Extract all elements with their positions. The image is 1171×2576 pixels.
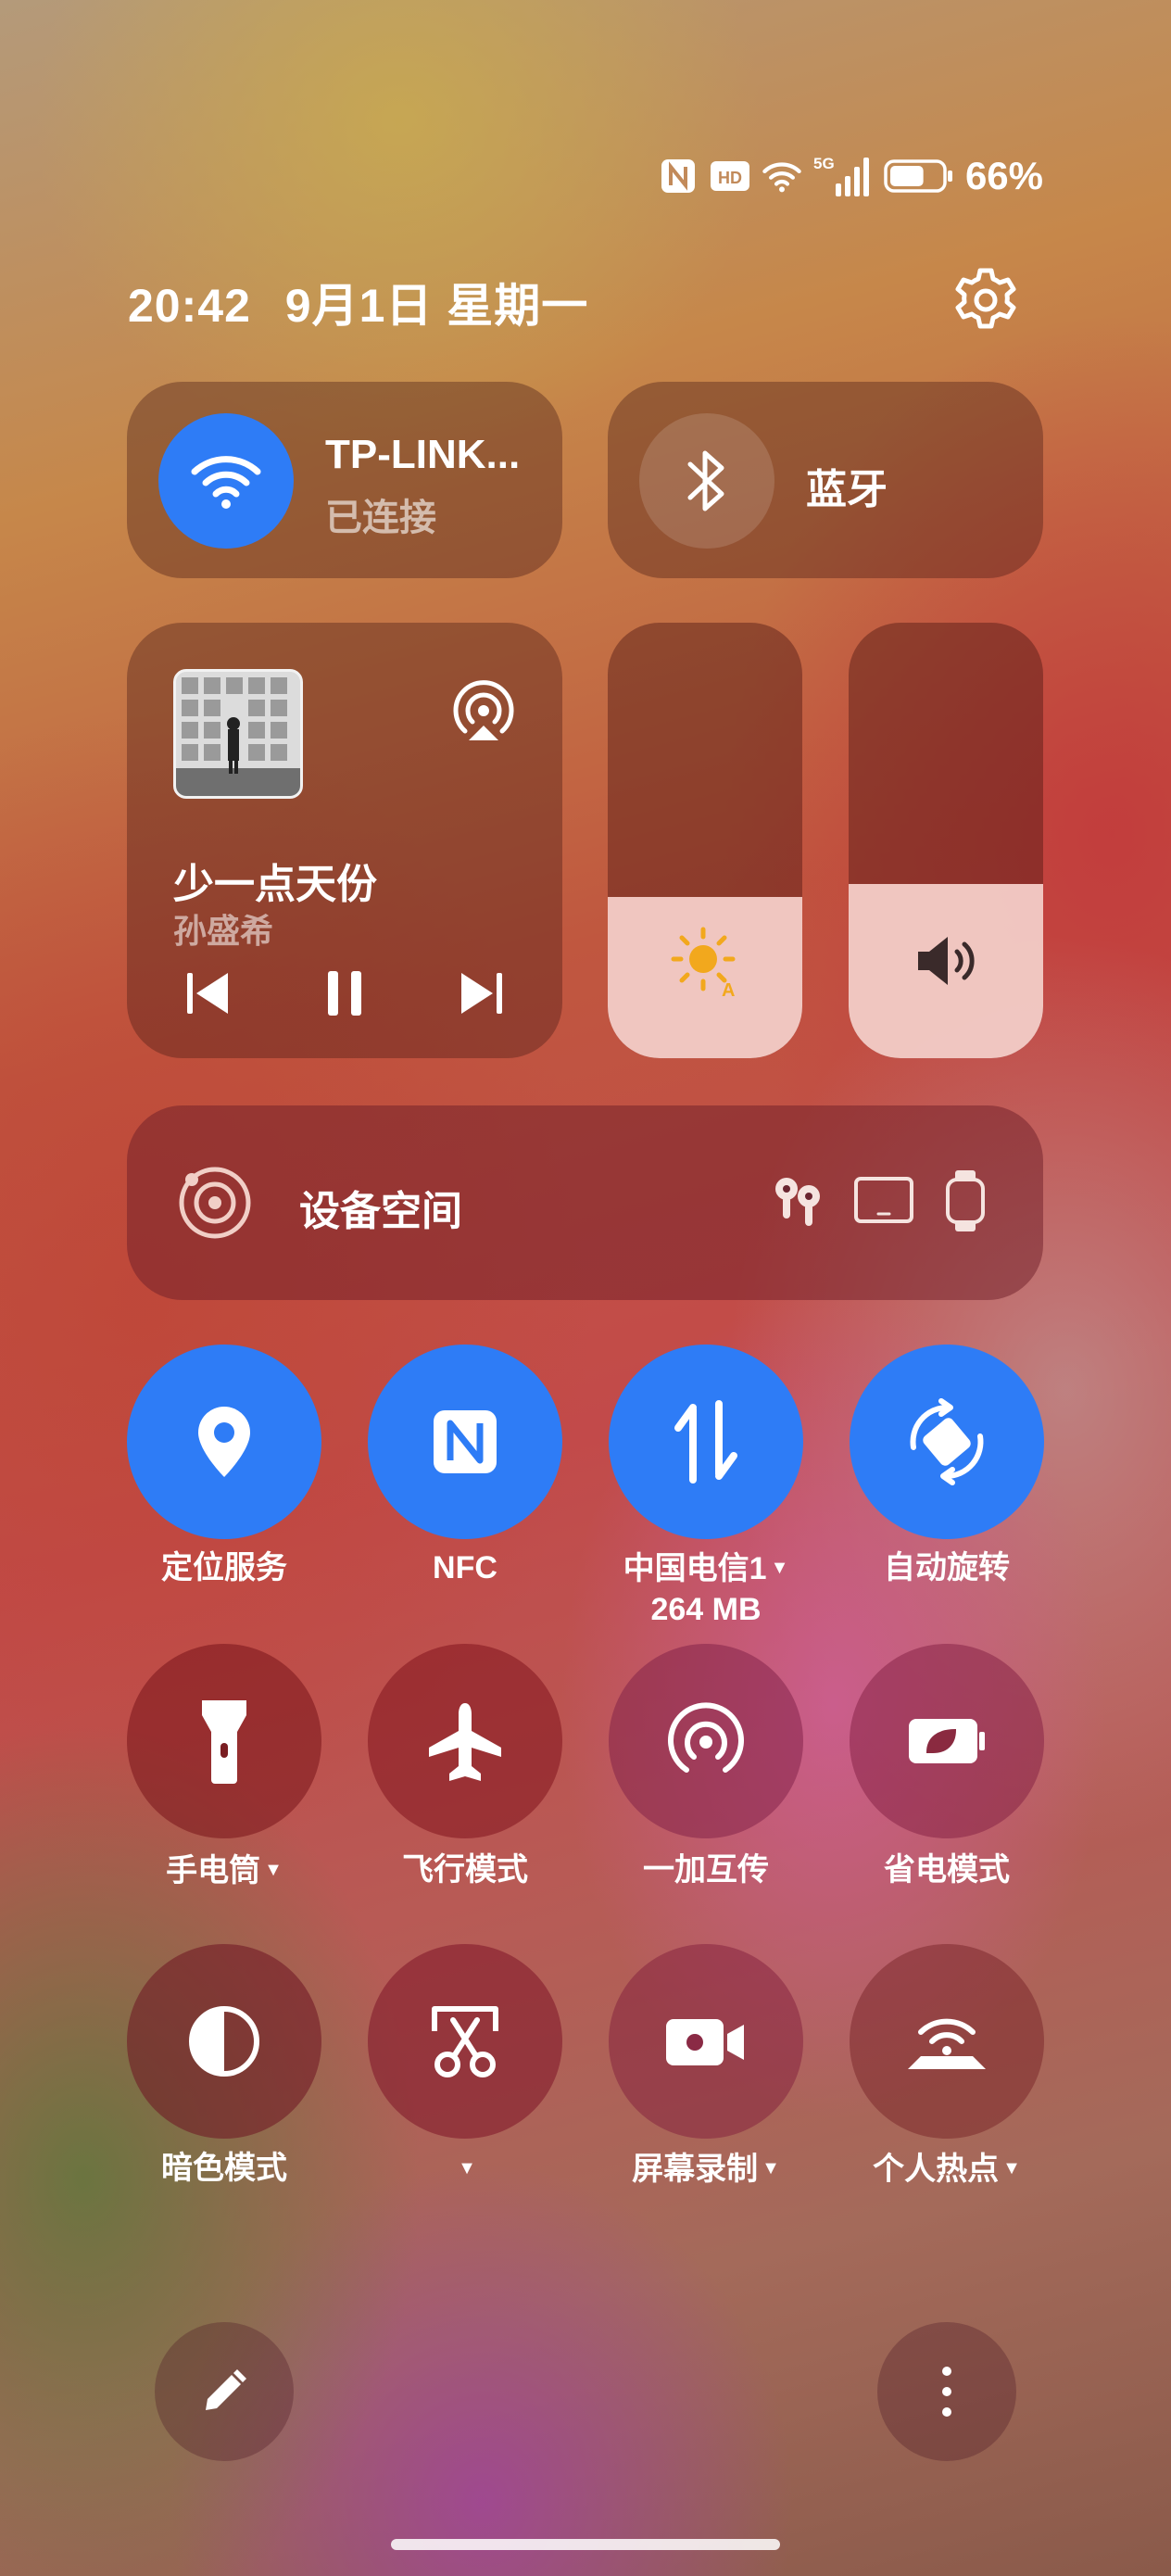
wifi-icon (191, 456, 261, 509)
previous-button[interactable] (170, 956, 245, 1030)
edit-button[interactable] (155, 2322, 294, 2461)
oneplus-share-toggle[interactable] (609, 1644, 803, 1838)
bluetooth-tile[interactable]: 蓝牙 (608, 382, 1043, 578)
dropdown-caret-icon[interactable]: ▼ (458, 2158, 476, 2178)
mobile-data-icon (674, 1400, 737, 1484)
device-space-tile[interactable]: 设备空间 (127, 1105, 1043, 1300)
dark-mode-icon (189, 2006, 259, 2077)
pause-button[interactable] (308, 956, 382, 1030)
watch-icon[interactable] (933, 1168, 998, 1233)
dropdown-caret-icon[interactable]: ▼ (264, 1860, 283, 1880)
next-button[interactable] (445, 956, 519, 1030)
battery-saver-icon (909, 1719, 985, 1763)
screen-record-icon (666, 2019, 744, 2065)
toggle-label-battery-saver: 省电模式 (884, 1852, 1010, 1888)
auto-rotate-toggle[interactable] (850, 1345, 1044, 1539)
toggle-label-auto-rotate: 自动旋转 (884, 1550, 1010, 1585)
mobile-data-toggle[interactable] (609, 1345, 803, 1539)
more-vertical-icon (942, 2367, 951, 2417)
more-button[interactable] (877, 2322, 1016, 2461)
nfc-icon (658, 156, 699, 196)
nfc-toggle[interactable] (368, 1345, 562, 1539)
media-player[interactable]: 少一点天份 孙盛希 (127, 623, 562, 1058)
dropdown-caret-icon[interactable]: ▼ (762, 2158, 780, 2178)
flashlight-label: 手电筒 (166, 1853, 261, 1888)
svg-text:A: A (722, 980, 735, 998)
bluetooth-toggle[interactable] (639, 413, 774, 549)
dropdown-caret-icon[interactable]: ▼ (1002, 2158, 1021, 2178)
dropdown-caret-icon[interactable]: ▼ (771, 1558, 789, 1578)
nfc-icon (434, 1410, 497, 1473)
toggle-label-share: 一加互传 (643, 1852, 769, 1888)
hotspot-toggle[interactable] (850, 1944, 1044, 2139)
toggle-label-nfc: NFC (433, 1550, 497, 1585)
artist-name: 孙盛希 (173, 912, 274, 950)
hotspot-icon (908, 2018, 986, 2069)
device-space-icon (173, 1161, 257, 1244)
toggle-label-location: 定位服务 (161, 1550, 287, 1585)
wifi-toggle[interactable] (158, 413, 294, 549)
wifi-icon (762, 156, 802, 196)
clock-time: 20:42 (128, 280, 251, 332)
battery-saver-toggle[interactable] (850, 1644, 1044, 1838)
album-art[interactable] (173, 669, 303, 799)
screenshot-scissors-icon (432, 2006, 498, 2077)
toggle-label-screen-record: 屏幕录制 ▼ (586, 2148, 826, 2190)
toggle-label-hotspot: 个人热点 ▼ (826, 2148, 1067, 2190)
data-usage: 264 MB (650, 1592, 762, 1627)
battery-icon (884, 156, 954, 196)
status-bar: HD 5G 66% (658, 150, 1043, 202)
svg-text:HD: HD (718, 169, 742, 187)
gear-icon (955, 268, 1016, 329)
wifi-status: 已连接 (325, 498, 436, 538)
screen-record-toggle[interactable] (609, 1944, 803, 2139)
flashlight-icon (202, 1700, 246, 1784)
earbuds-icon[interactable] (766, 1168, 831, 1233)
toggle-label-flashlight: 手电筒 ▼ (104, 1850, 345, 1891)
screenshot-toggle[interactable] (368, 1944, 562, 2139)
hotspot-label: 个人热点 (873, 2152, 1000, 2187)
bluetooth-icon (687, 450, 724, 511)
toggle-label-screenshot: ▼ (345, 2148, 586, 2190)
pause-icon (328, 971, 361, 1016)
date-time: 20:42 9月1日 星期一 (128, 269, 588, 335)
carrier-name: 中国电信1 (623, 1551, 767, 1586)
share-broadcast-icon (668, 1702, 744, 1773)
settings-button[interactable] (951, 265, 1021, 335)
flashlight-toggle[interactable] (127, 1644, 321, 1838)
5g-signal-icon: 5G (813, 155, 873, 196)
song-title: 少一点天份 (173, 862, 377, 907)
speaker-icon (849, 919, 1043, 1003)
sun-auto-icon: A (608, 919, 802, 1003)
tablet-icon[interactable] (851, 1168, 916, 1233)
network-type-label: 5G (813, 155, 835, 172)
volume-slider[interactable] (849, 623, 1043, 1058)
home-indicator[interactable] (391, 2539, 780, 2550)
pencil-icon (206, 2369, 246, 2410)
device-space-label: 设备空间 (299, 1189, 462, 1234)
cast-button[interactable] (442, 671, 525, 754)
screen-record-label: 屏幕录制 (632, 2152, 759, 2187)
previous-icon (187, 973, 228, 1014)
airplane-icon (429, 1703, 501, 1781)
toggle-label-airplane: 飞行模式 (402, 1852, 528, 1888)
dark-mode-toggle[interactable] (127, 1944, 321, 2139)
airplane-mode-toggle[interactable] (368, 1644, 562, 1838)
wifi-tile[interactable]: TP-LINK... 已连接 (127, 382, 562, 578)
bluetooth-label: 蓝牙 (806, 467, 888, 512)
auto-rotate-icon (910, 1398, 984, 1485)
toggle-label-dark-mode: 暗色模式 (161, 2151, 287, 2186)
next-icon (461, 973, 502, 1014)
date-label: 9月1日 星期一 (284, 280, 589, 332)
wifi-network-name: TP-LINK... (325, 432, 521, 477)
location-toggle[interactable] (127, 1345, 321, 1539)
cast-icon (453, 680, 514, 740)
toggle-label-mobile-data: 中国电信1 ▼ 264 MB (586, 1547, 826, 1630)
brightness-slider[interactable]: A (608, 623, 802, 1058)
hd-icon: HD (710, 156, 750, 196)
location-pin-icon (198, 1407, 250, 1477)
battery-percent: 66% (964, 154, 1043, 197)
